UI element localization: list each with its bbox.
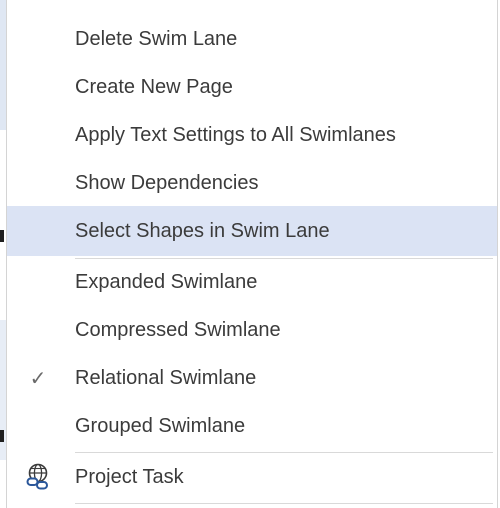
menu-item-expanded-swimlane[interactable]: Expanded Swimlane (7, 257, 497, 307)
menu-item-label: Expanded Swimlane (75, 270, 258, 293)
menu-item-show-dependencies[interactable]: Show Dependencies (7, 158, 497, 208)
menu-item-compressed-swimlane[interactable]: Compressed Swimlane (7, 305, 497, 355)
menu-item-label: Delete Swim Lane (75, 27, 238, 50)
menu-item-label: Compressed Swimlane (75, 318, 281, 341)
menu-item-label: Create New Page (75, 75, 233, 98)
menu-item-delete-swim-lane[interactable]: Delete Swim Lane (7, 14, 497, 64)
screen: Delete Swim Lane Create New Page Apply T… (0, 0, 500, 508)
check-icon: ✓ (29, 367, 47, 390)
menu-item-relational-swimlane[interactable]: ✓ Relational Swimlane (7, 353, 497, 403)
menu-item-create-new-page[interactable]: Create New Page (7, 62, 497, 112)
menu-item-label: Relational Swimlane (75, 366, 257, 389)
canvas-marker (0, 230, 4, 242)
menu-item-grouped-swimlane[interactable]: Grouped Swimlane (7, 401, 497, 451)
menu-item-label: Project Task (75, 465, 184, 488)
menu-item-select-shapes-in-swim-lane[interactable]: Select Shapes in Swim Lane (7, 206, 497, 256)
menu-item-project-task[interactable]: Project Task (7, 452, 497, 502)
menu-item-apply-text-settings[interactable]: Apply Text Settings to All Swimlanes (7, 110, 497, 160)
globe-link-icon (26, 463, 48, 490)
canvas-marker (0, 430, 4, 442)
menu-separator (75, 503, 493, 504)
menu-item-label: Grouped Swimlane (75, 414, 246, 437)
menu-item-label: Show Dependencies (75, 171, 259, 194)
context-menu: Delete Swim Lane Create New Page Apply T… (6, 0, 498, 508)
menu-item-label: Select Shapes in Swim Lane (75, 219, 330, 242)
menu-item-label: Apply Text Settings to All Swimlanes (75, 123, 396, 146)
